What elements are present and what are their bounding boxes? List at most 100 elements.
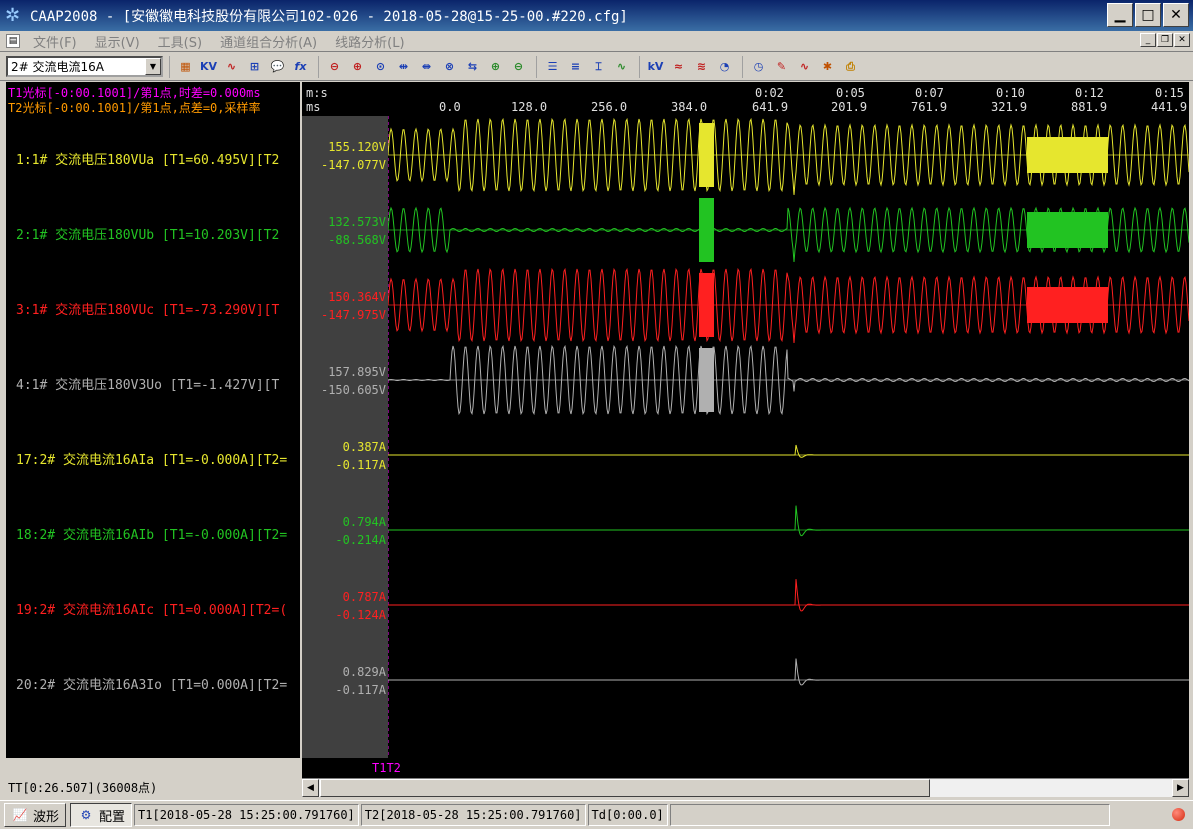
- chevron-down-icon[interactable]: ▼: [145, 58, 161, 75]
- waveform-canvas[interactable]: [387, 116, 1190, 758]
- channel-select[interactable]: 2# 交流电流16A ▼: [6, 56, 163, 77]
- time-axis-header: m:s ms 0:02 0:05 0:07 0:10 0:12 0:15 0.0…: [302, 82, 1189, 116]
- stretch-horizontal-icon[interactable]: ⇹: [392, 56, 415, 78]
- channel-max-value: 155.120V: [328, 140, 386, 154]
- title-bar: ✲ CAAP2008 - [安徽徽电科技股份有限公司102-026 - 2018…: [0, 0, 1193, 31]
- maximize-button[interactable]: □: [1135, 3, 1161, 27]
- harmonic-icon[interactable]: ≋: [690, 56, 713, 78]
- channel-label[interactable]: 20:2# 交流电流16A3Io [T1=0.000A][T2=: [16, 674, 287, 693]
- rms-icon[interactable]: ≈: [667, 56, 690, 78]
- toolbar: 2# 交流电流16A ▼ ▦ KV ∿ ⊞ 💬 fx ⊖ ⊕ ⊙ ⇹ ⇼ ⊗ ⇆…: [0, 53, 1193, 81]
- channel-label[interactable]: 17:2# 交流电流16AIa [T1=-0.000A][T2=: [16, 449, 287, 468]
- horizontal-scrollbar[interactable]: ◀ ▶: [302, 778, 1189, 797]
- toolbar-group-list: ☰ ≡ ⌶ ∿: [536, 55, 633, 78]
- menu-file[interactable]: 文件(F): [24, 32, 86, 51]
- zoom-vertical-out-icon[interactable]: ⊖: [507, 56, 530, 78]
- sequence-icon[interactable]: ∿: [793, 56, 816, 78]
- cursor-tag-row: T1T2: [302, 758, 1189, 778]
- toolbar-group-zoom: ⊖ ⊕ ⊙ ⇹ ⇼ ⊗ ⇆ ⊕ ⊖: [318, 55, 530, 78]
- mdi-controls: _ ❐ ✕: [1140, 33, 1190, 47]
- document-icon[interactable]: ▤: [6, 34, 20, 48]
- time-tick-bottom: 256.0: [591, 100, 628, 114]
- list-bullet-icon[interactable]: ≡: [564, 56, 587, 78]
- time-unit-ms: ms: [306, 100, 321, 114]
- waveform-plot-area[interactable]: [387, 116, 1190, 758]
- scroll-thumb[interactable]: [320, 779, 930, 797]
- zoom-region-icon[interactable]: ⊗: [438, 56, 461, 78]
- maximize-icon: □: [1141, 7, 1155, 23]
- tab-config-label: 配置: [99, 809, 126, 825]
- zoom-fit-icon[interactable]: ⊙: [369, 56, 392, 78]
- window-controls: ▁ □ ✕: [1107, 3, 1189, 27]
- close-icon: ✕: [1170, 7, 1182, 23]
- config-icon: ⚙: [80, 808, 92, 822]
- mdi-minimize-button[interactable]: _: [1140, 33, 1156, 47]
- time-tick-bottom: 128.0: [511, 100, 548, 114]
- scroll-right-button[interactable]: ▶: [1172, 779, 1189, 797]
- time-tick-top: 0:02: [755, 86, 784, 100]
- tab-waveform[interactable]: 📈 波形: [4, 803, 67, 827]
- close-button[interactable]: ✕: [1163, 3, 1189, 27]
- cursor-mode-icon[interactable]: ⌶: [587, 56, 610, 78]
- print-icon[interactable]: ⎙: [839, 56, 862, 78]
- channel-label[interactable]: 3:1# 交流电压180VUc [T1=-73.290V][T: [16, 299, 279, 318]
- scroll-left-button[interactable]: ◀: [302, 779, 319, 797]
- channel-label[interactable]: 4:1# 交流电压180V3Uo [T1=-1.427V][T: [16, 374, 279, 393]
- menu-view[interactable]: 显示(V): [86, 32, 149, 51]
- mdi-close-button[interactable]: ✕: [1174, 33, 1190, 47]
- menu-tools[interactable]: 工具(S): [149, 32, 211, 51]
- menu-line-analysis[interactable]: 线路分析(L): [326, 32, 413, 51]
- channel-waveform: [388, 658, 1189, 686]
- kv-display-icon[interactable]: kV: [644, 56, 667, 78]
- comment-icon[interactable]: 💬: [266, 56, 289, 78]
- pen-icon[interactable]: ✎: [770, 56, 793, 78]
- time-tick-bottom: 441.9: [1151, 100, 1188, 114]
- formula-icon[interactable]: fx: [289, 56, 312, 78]
- clock-icon[interactable]: ◷: [747, 56, 770, 78]
- settings-icon[interactable]: ✱: [816, 56, 839, 78]
- minimize-button[interactable]: ▁: [1107, 3, 1133, 27]
- total-time-status: TT[0:26.507](36008点): [8, 781, 158, 795]
- channel-max-value: 0.829A: [342, 665, 386, 679]
- channel-label-panel: T1光标[-0:00.1001]/第1点,时差=0.000ms T2光标[-0:…: [6, 82, 300, 758]
- channel-label[interactable]: 19:2# 交流电流16AIc [T1=0.000A][T2=(: [16, 599, 287, 618]
- time-tick-top: 0:15: [1155, 86, 1184, 100]
- mdi-restore-button[interactable]: ❐: [1157, 33, 1173, 47]
- waveform-dense-block: [1027, 287, 1108, 323]
- menu-channel-analysis[interactable]: 通道组合分析(A): [211, 32, 326, 51]
- channel-label[interactable]: 18:2# 交流电流16AIb [T1=-0.000A][T2=: [16, 524, 287, 543]
- channel-max-value: 132.573V: [328, 215, 386, 229]
- channel-min-value: -147.975V: [320, 308, 386, 322]
- channel-scale-column: 155.120V -147.077V 132.573V -88.568V 150…: [302, 116, 388, 758]
- zoom-in-icon[interactable]: ⊕: [346, 56, 369, 78]
- channel-label[interactable]: 1:1# 交流电压180VUa [T1=60.495V][T2: [16, 149, 279, 168]
- time-tick-bottom: 641.9: [752, 100, 789, 114]
- time-tick-bottom: 384.0: [671, 100, 708, 114]
- waveform-dense-block: [699, 348, 714, 412]
- swap-cursor-icon[interactable]: ⇆: [461, 56, 484, 78]
- record-indicator-icon: [1172, 808, 1185, 821]
- channel-label[interactable]: 2:1# 交流电压180VUb [T1=10.203V][T2: [16, 224, 279, 243]
- zoom-vertical-in-icon[interactable]: ⊕: [484, 56, 507, 78]
- time-tick-top: 0:12: [1075, 86, 1104, 100]
- toolbar-group-analysis: kV ≈ ≋ ◔: [639, 55, 736, 78]
- zoom-out-icon[interactable]: ⊖: [323, 56, 346, 78]
- kv-scale-icon[interactable]: KV: [197, 56, 220, 78]
- status-empty-field: [669, 804, 1110, 826]
- wave-compress-icon[interactable]: ∿: [220, 56, 243, 78]
- waveform-icon[interactable]: ∿: [610, 56, 633, 78]
- channel-filter-icon[interactable]: ⊞: [243, 56, 266, 78]
- list-numbered-icon[interactable]: ☰: [541, 56, 564, 78]
- time-tick-top: 0:05: [836, 86, 865, 100]
- shrink-horizontal-icon[interactable]: ⇼: [415, 56, 438, 78]
- chevron-left-icon: ◀: [307, 783, 314, 793]
- time-delta: Td[0:00.0]: [587, 804, 668, 826]
- phasor-icon[interactable]: ◔: [713, 56, 736, 78]
- grid-icon[interactable]: ▦: [174, 56, 197, 78]
- chevron-right-icon: ▶: [1177, 783, 1184, 793]
- app-logo-icon: ✲: [5, 4, 21, 26]
- tab-waveform-label: 波形: [33, 809, 60, 825]
- channel-min-value: -0.117A: [335, 458, 386, 472]
- tab-config[interactable]: ⚙ 配置: [70, 803, 133, 827]
- t1-timestamp: T1[2018-05-28 15:25:00.791760]: [134, 804, 359, 826]
